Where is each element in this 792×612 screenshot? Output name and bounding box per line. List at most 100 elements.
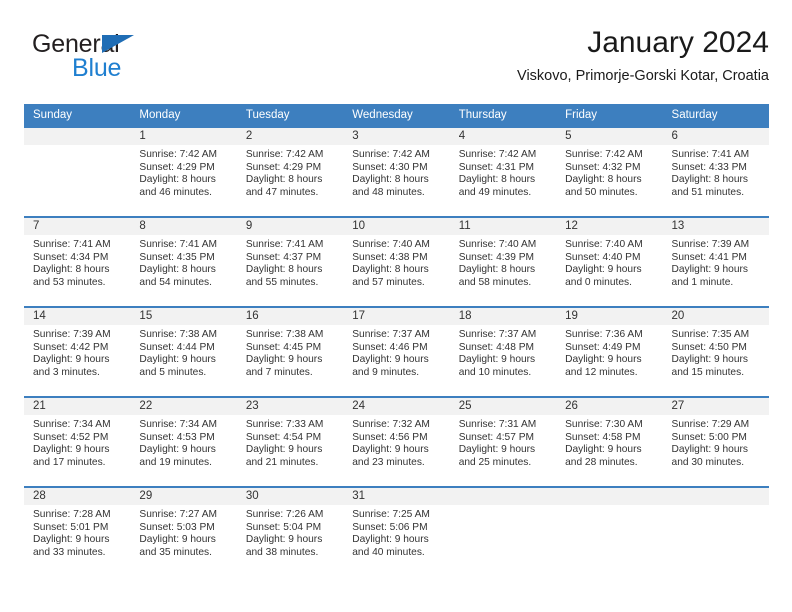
calendar-day-cell-empty — [662, 488, 769, 576]
day-details: Sunrise: 7:38 AM Sunset: 4:44 PM Daylight:… — [130, 325, 236, 379]
weekday-header-row: Sunday Monday Tuesday Wednesday Thursday Frid… — [24, 104, 769, 126]
day-number: 1 — [130, 128, 237, 145]
calendar-day-cell[interactable]: 1 Sunrise: 7:42 AM Sunset: 4:29 PM Daylight… — [130, 128, 237, 216]
weekday-header-tuesday: Tuesday — [245, 109, 290, 121]
calendar-day-cell[interactable]: 8 Sunrise: 7:41 AM Sunset: 4:35 PM Daylight… — [130, 218, 237, 306]
day-number: 30 — [236, 488, 344, 505]
calendar-day-cell[interactable]: 9 Sunrise: 7:41 AM Sunset: 4:37 PM Daylight… — [236, 218, 344, 306]
sunset-text: Sunset: 4:34 PM — [33, 251, 109, 263]
calendar-day-cell[interactable]: 30 Sunrise: 7:26 AM Sunset: 5:04 PM Dayligh… — [236, 488, 344, 576]
day-details: Sunrise: 7:26 AM Sunset: 5:04 PM Daylight:… — [237, 505, 343, 559]
sunrise-text: Sunrise: 7:39 AM — [33, 329, 111, 340]
calendar-day-cell[interactable]: 28 Sunrise: 7:28 AM Sunset: 5:01 PM Dayligh… — [24, 488, 131, 576]
calendar-day-cell[interactable]: 5 Sunrise: 7:42 AM Sunset: 4:32 PM Daylight… — [556, 128, 663, 216]
logo-text-blue: Blue — [72, 54, 122, 82]
calendar-day-cell[interactable]: 14 Sunrise: 7:39 AM Sunset: 4:42 PM Dayligh… — [24, 308, 131, 396]
calendar-day-cell[interactable]: 21 Sunrise: 7:34 AM Sunset: 4:52 PM Dayligh… — [24, 398, 131, 486]
sunrise-text: Sunrise: 7:37 AM — [458, 329, 537, 340]
calendar-day-cell[interactable]: 3 Sunrise: 7:42 AM Sunset: 4:30 PM Daylight… — [343, 128, 450, 216]
sunrise-text: Sunrise: 7:34 AM — [33, 419, 111, 430]
calendar-day-cell[interactable]: 29 Sunrise: 7:27 AM Sunset: 5:03 PM Dayligh… — [130, 488, 237, 576]
page-header: General Blue January 2024 Viskovo, Primo… — [24, 24, 769, 96]
weekday-header-saturday: Saturday — [671, 109, 718, 121]
sunrise-text: Sunrise: 7:30 AM — [565, 419, 643, 430]
sunset-text: Sunset: 4:54 PM — [245, 431, 322, 443]
sunrise-text: Sunrise: 7:31 AM — [458, 419, 537, 430]
calendar-day-cell[interactable]: 12 Sunrise: 7:40 AM Sunset: 4:40 PM Dayligh… — [556, 218, 663, 306]
calendar-day-cell[interactable]: 4 Sunrise: 7:42 AM Sunset: 4:31 PM Daylight… — [449, 128, 557, 216]
calendar-day-cell[interactable]: 16 Sunrise: 7:38 AM Sunset: 4:45 PM Dayligh… — [236, 308, 344, 396]
sunset-text: Sunset: 4:31 PM — [458, 161, 535, 173]
day-details: Sunrise: 7:25 AM Sunset: 5:06 PM Daylight:… — [343, 505, 449, 559]
calendar-week-row: 28 Sunrise: 7:28 AM Sunset: 5:01 PM Dayligh… — [24, 486, 769, 576]
day-number: 6 — [662, 128, 769, 145]
day-number: 26 — [556, 398, 663, 415]
day-number: 5 — [556, 128, 663, 145]
weekday-header-friday: Friday — [565, 109, 598, 121]
calendar-day-cell[interactable]: 11 Sunrise: 7:40 AM Sunset: 4:39 PM Dayligh… — [449, 218, 557, 306]
calendar-day-cell[interactable]: 7 Sunrise: 7:41 AM Sunset: 4:34 PM Daylight… — [24, 218, 131, 306]
daylight-text: Daylight: 9 hours and 1 minute. — [671, 264, 748, 288]
calendar-day-cell[interactable]: 17 Sunrise: 7:37 AM Sunset: 4:46 PM Dayligh… — [343, 308, 450, 396]
sunrise-text: Sunrise: 7:41 AM — [245, 239, 324, 250]
day-number: 23 — [236, 398, 344, 415]
day-details: Sunrise: 7:41 AM Sunset: 4:37 PM Daylight:… — [237, 235, 343, 289]
sunset-text: Sunset: 4:29 PM — [245, 161, 322, 173]
sunset-text: Sunset: 4:39 PM — [458, 251, 535, 263]
day-details: Sunrise: 7:31 AM Sunset: 4:57 PM Daylight:… — [450, 415, 556, 469]
page-subtitle: Viskovo, Primorje-Gorski Kotar, Croatia — [517, 68, 769, 84]
sunrise-text: Sunrise: 7:36 AM — [565, 329, 643, 340]
calendar-day-cell[interactable]: 23 Sunrise: 7:33 AM Sunset: 4:54 PM Dayligh… — [236, 398, 344, 486]
calendar-day-cell[interactable]: 31 Sunrise: 7:25 AM Sunset: 5:06 PM Dayligh… — [343, 488, 450, 576]
day-details: Sunrise: 7:42 AM Sunset: 4:29 PM Daylight:… — [130, 145, 236, 199]
day-number: 7 — [24, 218, 131, 235]
general-blue-logo[interactable]: General Blue — [32, 28, 222, 88]
day-details: Sunrise: 7:40 AM Sunset: 4:38 PM Daylight:… — [343, 235, 449, 289]
sunrise-text: Sunrise: 7:39 AM — [671, 239, 750, 250]
day-number: 17 — [343, 308, 450, 325]
calendar-day-cell[interactable]: 22 Sunrise: 7:34 AM Sunset: 4:53 PM Dayligh… — [130, 398, 237, 486]
day-details: Sunrise: 7:33 AM Sunset: 4:54 PM Daylight:… — [237, 415, 343, 469]
daylight-text: Daylight: 9 hours and 21 minutes. — [245, 444, 323, 468]
calendar-day-cell[interactable]: 19 Sunrise: 7:36 AM Sunset: 4:49 PM Dayligh… — [556, 308, 663, 396]
sunrise-text: Sunrise: 7:42 AM — [352, 149, 430, 160]
calendar-day-cell[interactable]: 10 Sunrise: 7:40 AM Sunset: 4:38 PM Dayligh… — [343, 218, 450, 306]
sunset-text: Sunset: 4:41 PM — [671, 251, 747, 263]
day-number: 25 — [449, 398, 557, 415]
sunset-text: Sunset: 4:52 PM — [33, 431, 109, 443]
calendar-day-cell[interactable]: 6 Sunrise: 7:41 AM Sunset: 4:33 PM Daylight… — [662, 128, 769, 216]
sunrise-text: Sunrise: 7:34 AM — [139, 419, 218, 430]
day-number: 14 — [24, 308, 131, 325]
sunset-text: Sunset: 4:50 PM — [671, 341, 747, 353]
calendar-day-cell[interactable]: 26 Sunrise: 7:30 AM Sunset: 4:58 PM Dayligh… — [556, 398, 663, 486]
calendar-week-row: 14 Sunrise: 7:39 AM Sunset: 4:42 PM Dayligh… — [24, 306, 769, 396]
day-details: Sunrise: 7:36 AM Sunset: 4:49 PM Daylight:… — [556, 325, 662, 379]
calendar-day-cell[interactable]: 13 Sunrise: 7:39 AM Sunset: 4:41 PM Dayligh… — [662, 218, 769, 306]
calendar-day-cell[interactable]: 15 Sunrise: 7:38 AM Sunset: 4:44 PM Dayligh… — [130, 308, 237, 396]
day-number: 24 — [343, 398, 450, 415]
sunset-text: Sunset: 4:45 PM — [245, 341, 322, 353]
calendar-day-cell[interactable]: 18 Sunrise: 7:37 AM Sunset: 4:48 PM Dayligh… — [449, 308, 557, 396]
calendar-day-cell[interactable]: 25 Sunrise: 7:31 AM Sunset: 4:57 PM Dayligh… — [449, 398, 557, 486]
sunrise-text: Sunrise: 7:27 AM — [139, 509, 218, 520]
day-number: 10 — [343, 218, 450, 235]
daylight-text: Daylight: 9 hours and 19 minutes. — [139, 444, 216, 468]
day-details: Sunrise: 7:41 AM Sunset: 4:33 PM Daylight:… — [663, 145, 769, 199]
daylight-text: Daylight: 9 hours and 5 minutes. — [139, 354, 216, 378]
calendar-page: General Blue January 2024 Viskovo, Primo… — [0, 0, 792, 612]
calendar-day-cell[interactable]: 2 Sunrise: 7:42 AM Sunset: 4:29 PM Daylight… — [236, 128, 344, 216]
calendar-week-row: 1 Sunrise: 7:42 AM Sunset: 4:29 PM Daylight… — [24, 126, 769, 216]
daylight-text: Daylight: 8 hours and 50 minutes. — [565, 174, 642, 198]
calendar-day-cell[interactable]: 24 Sunrise: 7:32 AM Sunset: 4:56 PM Dayligh… — [343, 398, 450, 486]
weekday-header-sunday: Sunday — [33, 109, 73, 121]
sunset-text: Sunset: 4:58 PM — [565, 431, 641, 443]
day-details: Sunrise: 7:42 AM Sunset: 4:32 PM Daylight:… — [556, 145, 662, 199]
calendar-day-cell[interactable]: 20 Sunrise: 7:35 AM Sunset: 4:50 PM Dayligh… — [662, 308, 769, 396]
weekday-header-monday: Monday — [139, 109, 181, 121]
day-number: 20 — [662, 308, 769, 325]
day-number: 2 — [236, 128, 344, 145]
day-details: Sunrise: 7:42 AM Sunset: 4:31 PM Daylight:… — [450, 145, 556, 199]
sunset-text: Sunset: 4:56 PM — [352, 431, 428, 443]
day-number: 13 — [662, 218, 769, 235]
calendar-day-cell[interactable]: 27 Sunrise: 7:29 AM Sunset: 5:00 PM Dayligh… — [662, 398, 769, 486]
